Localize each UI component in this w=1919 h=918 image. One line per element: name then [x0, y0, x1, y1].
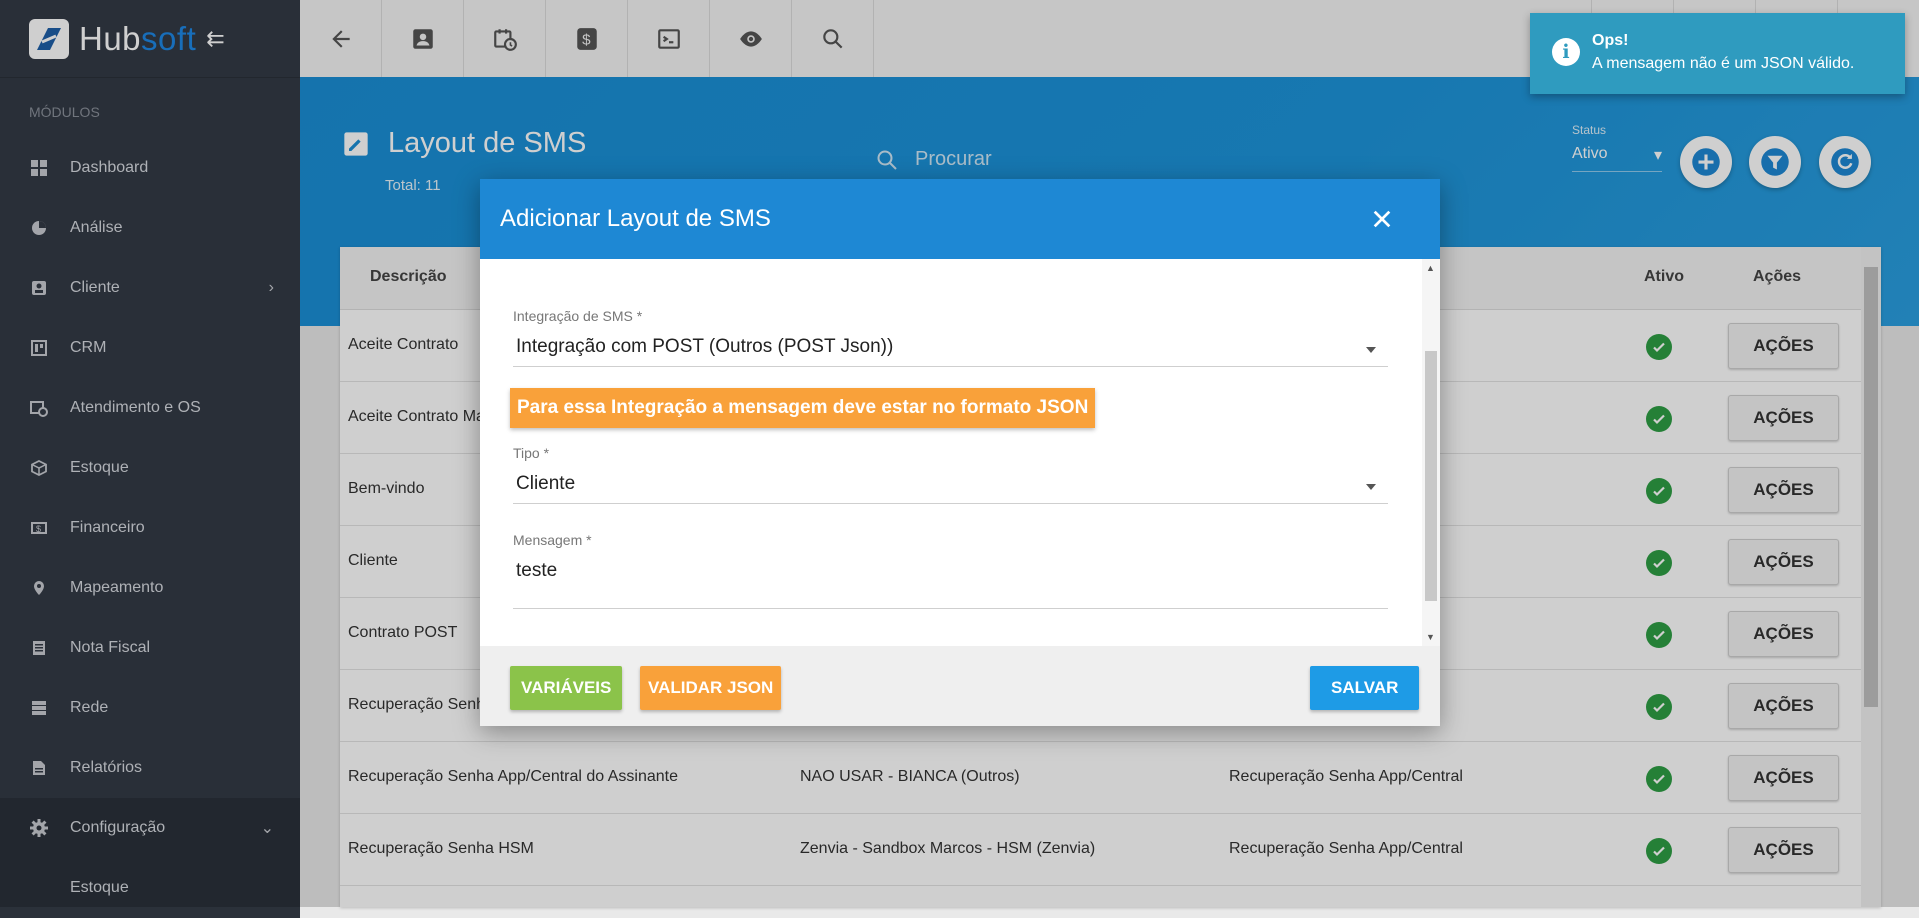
validar-json-button[interactable]: VALIDAR JSON [640, 666, 782, 710]
tipo-label: Tipo * [513, 445, 550, 461]
scroll-down-icon[interactable]: ▼ [1426, 632, 1435, 642]
dialog-body: Integração de SMS * Integração com POST … [480, 259, 1440, 646]
tipo-value: Cliente [516, 473, 576, 494]
add-sms-layout-dialog: Adicionar Layout de SMS Integração de SM… [480, 179, 1440, 726]
variaveis-button[interactable]: VARIÁVEIS [510, 666, 623, 710]
integracao-label: Integração de SMS * [513, 308, 643, 324]
json-format-warning: Para essa Integração a mensagem deve est… [510, 388, 1096, 428]
mensagem-label: Mensagem * [513, 532, 592, 548]
error-toast[interactable]: i Ops! A mensagem não é um JSON válido. [1530, 13, 1905, 94]
scroll-up-icon[interactable]: ▲ [1426, 263, 1435, 273]
tipo-select[interactable]: Tipo * Cliente [513, 445, 1388, 504]
integracao-value: Integração com POST (Outros (POST Json)) [516, 336, 894, 357]
save-button[interactable]: SALVAR [1310, 666, 1420, 710]
mensagem-value: teste [516, 560, 558, 581]
close-icon [1373, 210, 1391, 228]
dropdown-caret-icon [1366, 347, 1376, 353]
dialog-scrollbar[interactable]: ▲ ▼ [1422, 259, 1440, 646]
dropdown-caret-icon [1366, 484, 1376, 490]
info-icon: i [1552, 38, 1580, 66]
toast-title: Ops! [1592, 32, 1629, 49]
dialog-title: Adicionar Layout de SMS [500, 205, 771, 232]
integracao-sms-select[interactable]: Integração de SMS * Integração com POST … [513, 308, 1388, 367]
mensagem-textarea[interactable]: Mensagem * teste [513, 532, 1388, 609]
dialog-header: Adicionar Layout de SMS [480, 179, 1440, 259]
close-button[interactable] [1366, 203, 1398, 235]
dialog-footer: VARIÁVEIS VALIDAR JSON SALVAR [480, 646, 1440, 726]
toast-message: A mensagem não é um JSON válido. [1592, 55, 1855, 72]
